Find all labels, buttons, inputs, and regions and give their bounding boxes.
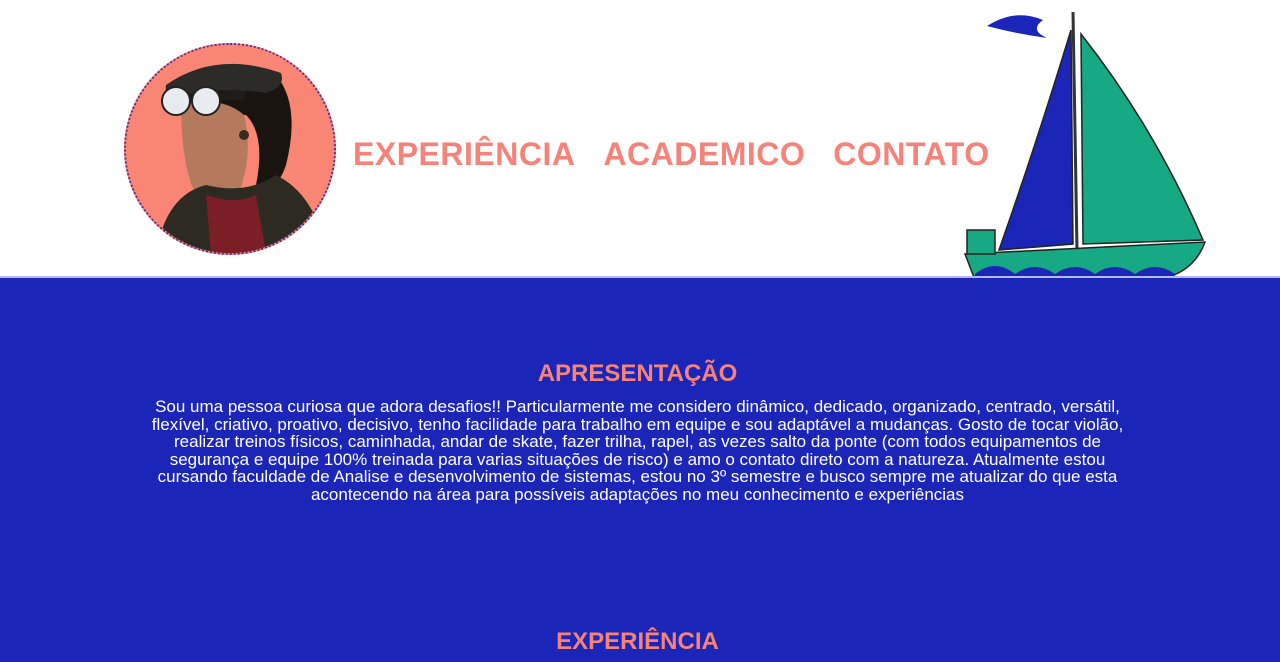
sailboat-icon [963, 11, 1207, 280]
header: EXPERIÊNCIA ACADEMICO CONTATO [0, 0, 1280, 280]
nav-link-experiencia[interactable]: EXPERIÊNCIA [353, 136, 575, 173]
profile-avatar [124, 43, 336, 255]
profile-photo-icon [126, 45, 334, 253]
experience-title: EXPERIÊNCIA [556, 628, 719, 655]
presentation-title: APRESENTAÇÃO [537, 360, 738, 387]
nav-link-academico[interactable]: ACADEMICO [603, 136, 805, 173]
presentation-text: Sou uma pessoa curiosa que adora desafio… [151, 397, 1124, 504]
main-content: APRESENTAÇÃO Sou uma pessoa curiosa que … [0, 278, 1280, 662]
main-nav: EXPERIÊNCIA ACADEMICO CONTATO [353, 136, 990, 173]
